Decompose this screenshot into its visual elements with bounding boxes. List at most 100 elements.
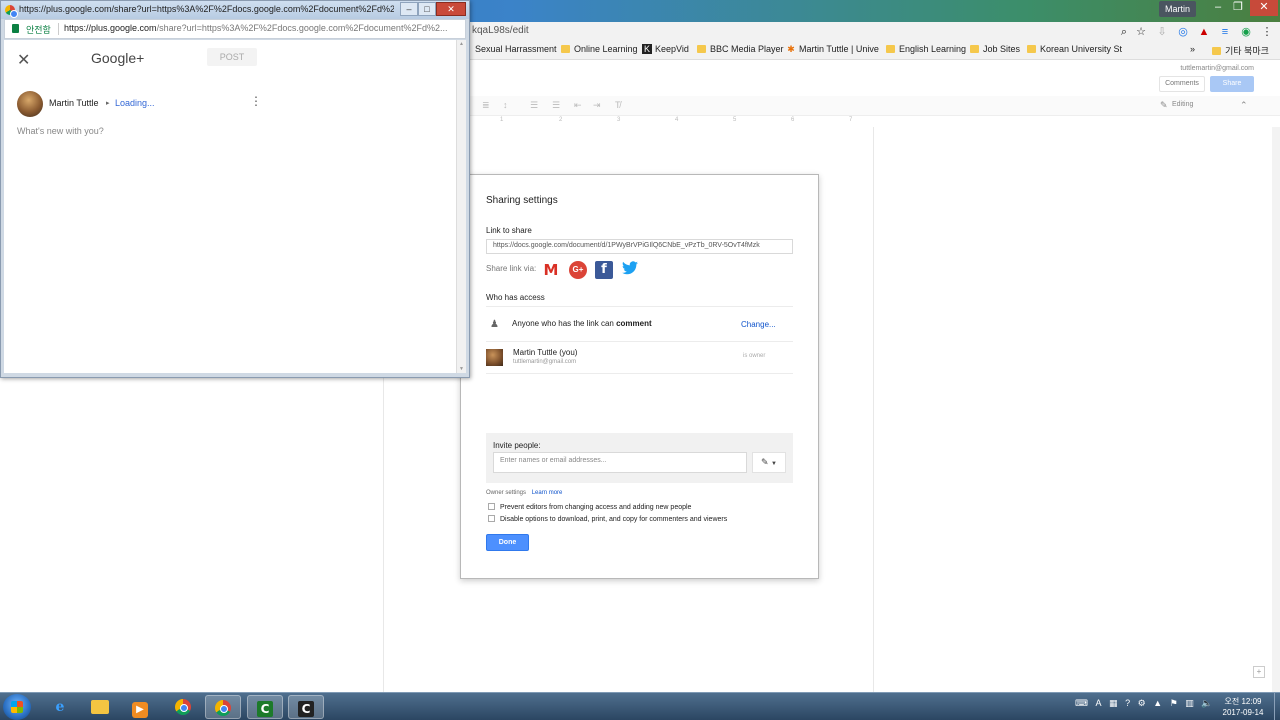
maximize-button[interactable]: ❐	[1228, 0, 1248, 16]
search-icon[interactable]: ⌕	[1117, 25, 1131, 39]
scroll-down-icon[interactable]: ▼	[459, 366, 464, 372]
explore-icon[interactable]: +	[1253, 666, 1265, 678]
access-level: comment	[616, 319, 652, 328]
start-button[interactable]	[3, 694, 31, 720]
align-justify-icon[interactable]: ≣	[482, 100, 490, 111]
camtasia-recorder-icon[interactable]: C	[247, 695, 283, 719]
bookmark-item[interactable]: K KeepVid	[642, 44, 689, 54]
help-icon[interactable]: ?	[1125, 698, 1130, 708]
close-button[interactable]: ✕	[1250, 0, 1278, 16]
done-button[interactable]: Done	[486, 534, 529, 551]
increase-indent-icon[interactable]: ⇥	[593, 100, 601, 111]
close-button[interactable]: ✕	[436, 2, 466, 16]
camtasia-studio-icon[interactable]: C	[288, 695, 324, 719]
media-player-icon[interactable]: ▶	[122, 695, 158, 719]
post-button[interactable]: POST	[207, 48, 257, 66]
line-spacing-icon[interactable]: ↕	[503, 100, 508, 110]
gmail-icon[interactable]: M	[542, 261, 560, 279]
account-email[interactable]: tuttlemartin@gmail.com	[1180, 65, 1254, 72]
disable-download-option[interactable]: Disable options to download, print, and …	[488, 515, 727, 523]
owner-role: is owner	[743, 353, 766, 359]
comments-button[interactable]: Comments	[1159, 76, 1205, 92]
change-access-link[interactable]: Change...	[741, 320, 776, 329]
popup-titlebar[interactable]: https://plus.google.com/share?url=https%…	[1, 1, 469, 19]
show-desktop-button[interactable]	[1274, 693, 1280, 720]
learn-more-link[interactable]: Learn more	[532, 490, 563, 496]
chrome-icon[interactable]	[165, 695, 201, 719]
chrome-icon[interactable]	[205, 695, 241, 719]
bookmark-item[interactable]: ✱ Martin Tuttle | Unive	[786, 44, 879, 55]
ruler[interactable]: 1 2 3 4 5 6 7	[475, 117, 875, 127]
keyboard-icon[interactable]: ⌨	[1075, 698, 1088, 709]
popup-address-bar[interactable]: 안전함 https://plus.google.com/share?url=ht…	[4, 19, 466, 39]
grammarly-icon[interactable]: ◉	[1239, 25, 1253, 39]
maximize-button[interactable]: □	[418, 2, 436, 16]
scrollbar[interactable]	[1272, 127, 1280, 692]
menu-icon[interactable]: ⋮	[1260, 25, 1274, 39]
post-text-input[interactable]: What's new with you?	[17, 126, 104, 136]
bookmark-folder[interactable]: BBC Media Player	[697, 44, 784, 54]
bookmark-folder[interactable]: Online Learning	[561, 44, 638, 54]
other-bookmarks-folder[interactable]: 기타 북마크	[1212, 44, 1269, 57]
permission-dropdown[interactable]: ✎ ▼	[752, 452, 786, 473]
pdf-extension-icon[interactable]: ▲	[1197, 25, 1211, 39]
invite-input[interactable]: Enter names or email addresses...	[493, 452, 747, 473]
extension-icon[interactable]: ⇩	[1155, 25, 1169, 39]
who-has-access-label: Who has access	[486, 293, 545, 302]
minimize-button[interactable]: –	[1208, 0, 1228, 16]
flag-icon[interactable]: ⚑	[1170, 698, 1178, 709]
address-bar[interactable]: kqaL98s/edit	[472, 25, 529, 36]
google-plus-logo: Google+	[91, 50, 145, 66]
show-hidden-icons-icon[interactable]: ▲	[1153, 698, 1162, 708]
twitter-icon[interactable]	[621, 261, 639, 279]
bulleted-list-icon[interactable]: ☰	[552, 100, 560, 111]
share-button[interactable]: Share	[1210, 76, 1254, 92]
chrome-icon	[5, 4, 18, 18]
numbered-list-icon[interactable]: ☰	[530, 100, 538, 111]
folder-icon	[1027, 45, 1036, 53]
volume-icon[interactable]: 🔈	[1201, 698, 1212, 709]
editing-mode-dropdown[interactable]: Editing	[1160, 101, 1193, 108]
divider	[486, 341, 793, 342]
audience-selector[interactable]: Loading...	[115, 98, 155, 108]
taskbar: e ▶ C C ⌨ A ▦ ? ⚙ ▲ ⚑ ▥ 🔈 오전 12:09 2017-…	[0, 692, 1280, 720]
prevent-editors-option[interactable]: Prevent editors from changing access and…	[488, 503, 691, 511]
scroll-up-icon[interactable]: ▲	[459, 41, 464, 47]
menu-extension-icon[interactable]: ≡	[1218, 25, 1232, 39]
collapse-icon[interactable]: ⌃	[1240, 100, 1248, 111]
language-indicator[interactable]: A	[1096, 698, 1102, 708]
checkbox[interactable]	[488, 515, 495, 522]
chevron-right-icon: ▸	[106, 100, 110, 107]
keepvid-icon: K	[642, 44, 652, 54]
bookmark-folder[interactable]: Korean University St	[1027, 44, 1122, 54]
more-options-icon[interactable]: ⋮	[250, 95, 262, 107]
network-icon[interactable]: ▥	[1185, 698, 1194, 709]
folder-icon	[1212, 47, 1221, 55]
bookmark-star-icon[interactable]: ☆	[1134, 25, 1148, 39]
ime-icon[interactable]: ▦	[1109, 698, 1118, 709]
popup-title: https://plus.google.com/share?url=https%…	[19, 4, 394, 14]
profile-button[interactable]: Martin	[1158, 1, 1196, 17]
settings-icon[interactable]: ⚙	[1138, 698, 1146, 709]
decrease-indent-icon[interactable]: ⇤	[574, 100, 582, 111]
page-edge	[873, 127, 874, 692]
file-explorer-icon[interactable]	[82, 695, 118, 719]
clock[interactable]: 오전 12:09 2017-09-14	[1216, 696, 1270, 718]
twitter-bird-icon	[622, 261, 638, 275]
bookmark-item[interactable]: Sexual Harrassment	[475, 44, 557, 54]
facebook-icon[interactable]: f	[595, 261, 613, 279]
minimize-button[interactable]: –	[400, 2, 418, 16]
internet-explorer-icon[interactable]: e	[42, 695, 78, 719]
scrollbar[interactable]: ▲ ▼	[456, 40, 466, 373]
close-icon[interactable]: ✕	[17, 50, 30, 70]
bookmarks-overflow-button[interactable]: »	[1190, 44, 1195, 54]
bookmark-folder[interactable]: Job Sites	[970, 44, 1020, 54]
star-icon: ✱	[787, 44, 795, 54]
extension-icon[interactable]: ◎	[1176, 25, 1190, 39]
sharing-settings-dialog: Sharing settings Link to share https://d…	[460, 174, 819, 579]
bookmark-folder[interactable]: English Learning	[886, 44, 966, 54]
google-plus-icon[interactable]: G+	[569, 261, 587, 279]
share-link-field[interactable]: https://docs.google.com/document/d/1PWyB…	[486, 239, 793, 254]
checkbox[interactable]	[488, 503, 495, 510]
clear-formatting-icon[interactable]: T̸	[615, 100, 621, 110]
